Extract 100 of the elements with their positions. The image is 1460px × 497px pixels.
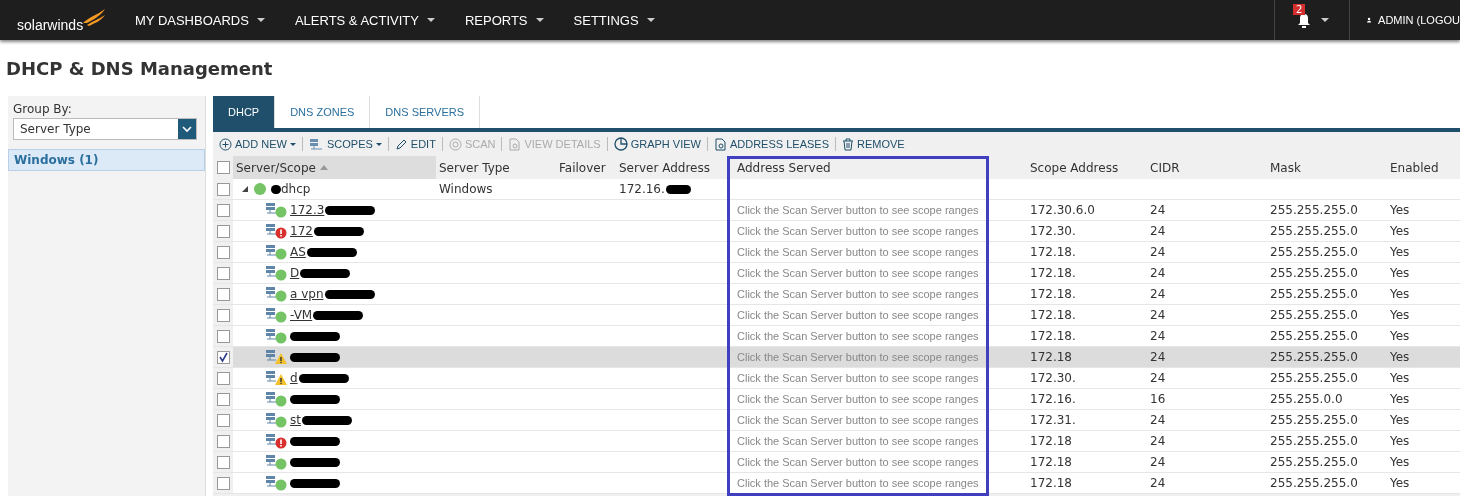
scope-link[interactable]: D [290, 266, 300, 280]
scopes-button[interactable]: SCOPES [308, 137, 382, 151]
nav-menu[interactable]: MY DASHBOARDS [135, 12, 265, 28]
table-cell-text: 255.255.255.0 [1269, 223, 1359, 240]
row-checkbox[interactable] [216, 287, 230, 301]
row-checkbox[interactable] [216, 455, 230, 469]
redaction-mark [290, 457, 340, 467]
table-row[interactable]: 172.3 Click the Scan Server button to see scope ranges 172.30.6.0 24 255.255.255.0 Yes [213, 200, 1460, 221]
column-header[interactable]: Server Address [616, 156, 727, 179]
row-checkbox[interactable] [216, 329, 230, 343]
scope-link[interactable]: st [290, 413, 301, 427]
table-row[interactable]: Click the Scan Server button to see scope ranges 172.18 24 255.255.255.0 Yes [213, 347, 1460, 368]
table-row[interactable]: dhcp Windows 172.16. [213, 179, 1460, 200]
scope-link[interactable]: d [290, 371, 298, 385]
scope-link[interactable]: AS [290, 245, 306, 259]
table-cell-text: Yes [1389, 370, 1411, 387]
column-header[interactable]: Mask [1267, 156, 1387, 179]
table-cell-text: 172.18. [1029, 244, 1077, 261]
server-name[interactable]: dhcp [281, 182, 311, 196]
row-checkbox[interactable] [216, 371, 230, 385]
table-cell-text: 255.255.255.0 [1269, 202, 1359, 219]
group-item[interactable]: Windows (1) [8, 149, 205, 171]
table-row[interactable]: -VM Click the Scan Server button to see scope ranges 172.18. 24 255.255.255.0 Yes [213, 305, 1460, 326]
row-checkbox[interactable] [216, 413, 230, 427]
remove-button[interactable]: REMOVE [842, 137, 905, 151]
row-checkbox[interactable] [216, 266, 230, 280]
redaction-mark [290, 352, 340, 362]
row-checkbox[interactable] [216, 350, 230, 364]
table-row[interactable]: Click the Scan Server button to see scope ranges 172.18 24 255.255.255.0 Yes [213, 452, 1460, 473]
table-cell-text: 24 [1149, 454, 1167, 471]
edit-button[interactable]: EDIT [394, 137, 436, 151]
row-checkbox[interactable] [216, 182, 230, 196]
table-cell-text: 255.255.255.0 [1269, 349, 1359, 366]
nav-menu[interactable]: SETTINGS [573, 12, 655, 28]
table-cell-text: Yes [1389, 412, 1411, 429]
column-header[interactable]: Scope Address [1027, 156, 1147, 179]
graph-button[interactable]: GRAPH VIEW [613, 137, 701, 151]
table-cell-text: Click the Scan Server button to see scope ranges [736, 203, 980, 218]
table-cell-text: 24 [1149, 349, 1167, 366]
table-row[interactable]: d Click the Scan Server button to see scope ranges 172.30. 24 255.255.255.0 Yes [213, 368, 1460, 389]
column-header[interactable]: CIDR [1147, 156, 1267, 179]
table-cell-text: 255.255.255.0 [1269, 370, 1359, 387]
redaction-mark [290, 436, 340, 446]
select-all-checkbox[interactable] [216, 161, 230, 174]
table-cell-text: Click the Scan Server button to see scope ranges [736, 245, 980, 260]
table-cell-text: 172.18 [1029, 475, 1073, 492]
column-header[interactable]: Server/Scope [233, 156, 436, 179]
notifications-button[interactable]: 2 [1274, 0, 1350, 40]
table-row[interactable]: Click the Scan Server button to see scope ranges 172.16. 16 255.255.0.0 Yes [213, 389, 1460, 410]
scope-link[interactable]: a vpn [290, 287, 324, 301]
row-checkbox[interactable] [216, 392, 230, 406]
redaction-mark [290, 478, 340, 488]
table-row[interactable]: a vpn Click the Scan Server button to see scope ranges 172.18. 24 255.255.255.0 Yes [213, 284, 1460, 305]
table-cell-text: Click the Scan Server button to see scope ranges [736, 392, 980, 407]
redaction-mark [665, 184, 691, 194]
table-row[interactable]: Click the Scan Server button to see scope ranges 172.18 24 255.255.255.0 Yes [213, 431, 1460, 452]
scope-link[interactable]: 172.3 [290, 203, 325, 217]
leases-button[interactable]: ADDRESS LEASES [713, 137, 829, 151]
scope-status-icon [265, 454, 289, 470]
scope-link[interactable]: -VM [290, 308, 313, 322]
expand-icon[interactable] [241, 185, 249, 193]
group-by-select[interactable]: Server Type [13, 118, 197, 140]
row-checkbox[interactable] [216, 203, 230, 217]
column-header[interactable]: Server Type [436, 156, 556, 179]
tab[interactable]: DHCP [213, 96, 276, 128]
table-row[interactable]: 172 Click the Scan Server button to see scope ranges 172.30. 24 255.255.255.0 Yes [213, 221, 1460, 242]
scope-link[interactable]: 172 [290, 224, 313, 238]
row-checkbox[interactable] [216, 308, 230, 322]
user-menu[interactable]: ADMIN (LOGOU [1350, 13, 1460, 27]
status-icon [254, 183, 266, 195]
redaction-mark [306, 247, 357, 257]
row-checkbox[interactable] [216, 245, 230, 259]
redaction-mark [290, 394, 340, 404]
table-cell-text: Yes [1389, 307, 1411, 324]
table-row[interactable]: Click the Scan Server button to see scope ranges 172.18. 24 255.255.255.0 Yes [213, 326, 1460, 347]
table-cell-text: 24 [1149, 433, 1167, 450]
table-row[interactable]: Click the Scan Server button to see scope ranges 172.18 24 255.255.255.0 Yes [213, 473, 1460, 494]
table-cell-text: Yes [1389, 223, 1411, 240]
table-row[interactable]: AS Click the Scan Server button to see scope ranges 172.18. 24 255.255.255.0 Yes [213, 242, 1460, 263]
table-row[interactable]: D Click the Scan Server button to see scope ranges 172.18. 24 255.255.255.0 Yes [213, 263, 1460, 284]
table-cell-text: 24 [1149, 475, 1167, 492]
column-header[interactable]: Address Served [727, 156, 989, 179]
redaction-mark [325, 205, 376, 215]
table-cell-text: 24 [1149, 286, 1167, 303]
nav-menu[interactable]: REPORTS [464, 12, 544, 28]
nav-menu[interactable]: ALERTS & ACTIVITY [294, 12, 435, 28]
row-checkbox[interactable] [216, 434, 230, 448]
table-row[interactable]: st Click the Scan Server button to see scope ranges 172.31. 24 255.255.255.0 Yes [213, 410, 1460, 431]
column-header[interactable]: Failover [556, 156, 616, 179]
scope-status-icon [265, 433, 289, 449]
page-title: DHCP & DNS Management [5, 57, 274, 78]
row-checkbox[interactable] [216, 224, 230, 238]
scope-status-icon [265, 475, 289, 491]
table-cell-text: 172.18. [1029, 328, 1077, 345]
add-button[interactable]: ADD NEW [219, 137, 296, 151]
table-cell-text: 24 [1149, 202, 1167, 219]
document-search-icon [508, 137, 522, 151]
column-header[interactable]: Enabled [1387, 156, 1460, 179]
table-cell-text: Windows [438, 181, 494, 198]
row-checkbox[interactable] [216, 476, 230, 490]
